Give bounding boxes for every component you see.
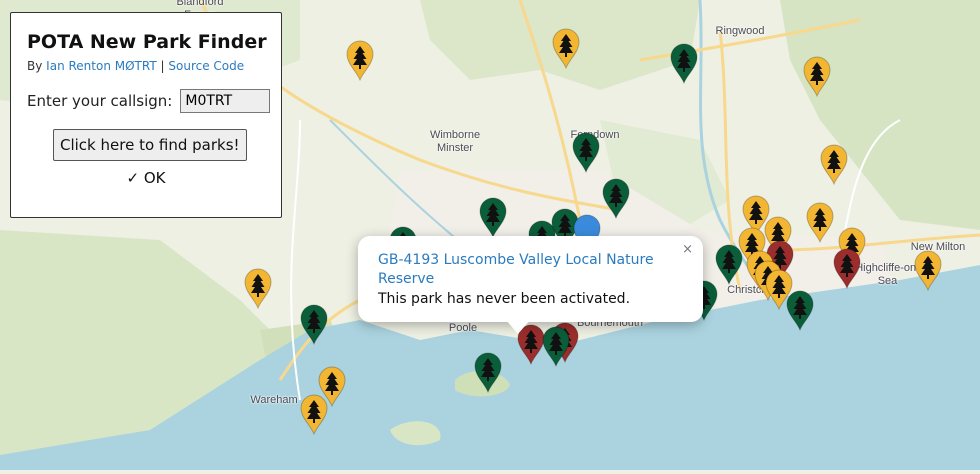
callsign-label: Enter your callsign: — [27, 92, 173, 110]
callsign-input[interactable] — [180, 89, 271, 113]
park-marker-icon[interactable] — [819, 143, 849, 185]
park-marker-icon[interactable] — [571, 131, 601, 173]
page-title: POTA New Park Finder — [27, 31, 267, 53]
callsign-row: Enter your callsign: — [27, 89, 281, 113]
park-marker-icon[interactable] — [345, 39, 375, 81]
park-status-message: This park has never been activated. — [378, 291, 631, 307]
place-label: Poole — [448, 322, 478, 334]
park-marker-icon[interactable] — [299, 393, 329, 435]
park-marker-icon[interactable] — [551, 27, 581, 69]
park-marker-icon[interactable] — [601, 177, 631, 219]
park-popup: × GB-4193 Luscombe Valley Local Nature R… — [358, 236, 703, 322]
park-marker-icon[interactable] — [913, 249, 943, 291]
popup-tip — [506, 320, 530, 334]
park-link[interactable]: GB-4193 Luscombe Valley Local Nature Res… — [378, 251, 683, 289]
place-label: Ringwood — [715, 25, 765, 37]
place-label: Wimborne Minster — [429, 129, 481, 154]
park-marker-icon[interactable] — [669, 42, 699, 84]
by-prefix: By — [27, 59, 43, 73]
source-code-link[interactable]: Source Code — [168, 59, 244, 73]
checkmark-icon: ✓ — [126, 169, 140, 187]
control-panel: POTA New Park Finder By Ian Renton MØTRT… — [10, 12, 282, 218]
separator: | — [160, 59, 165, 73]
status-text: OK — [143, 169, 166, 187]
park-marker-icon[interactable] — [541, 325, 571, 367]
park-marker-icon[interactable] — [473, 351, 503, 393]
close-icon[interactable]: × — [682, 242, 693, 257]
park-marker-icon[interactable] — [243, 267, 273, 309]
place-label: Wareham — [250, 394, 298, 406]
park-marker-icon[interactable] — [832, 247, 862, 289]
park-marker-icon[interactable] — [802, 55, 832, 97]
byline: By Ian Renton MØTRT | Source Code — [27, 59, 281, 73]
park-marker-icon[interactable] — [478, 196, 508, 238]
find-parks-button[interactable]: Click here to find parks! — [53, 129, 247, 161]
status: ✓ OK — [27, 169, 281, 187]
author-link[interactable]: Ian Renton MØTRT — [46, 59, 157, 73]
park-marker-icon[interactable] — [785, 289, 815, 331]
park-marker-icon[interactable] — [805, 201, 835, 243]
park-marker-icon[interactable] — [299, 303, 329, 345]
